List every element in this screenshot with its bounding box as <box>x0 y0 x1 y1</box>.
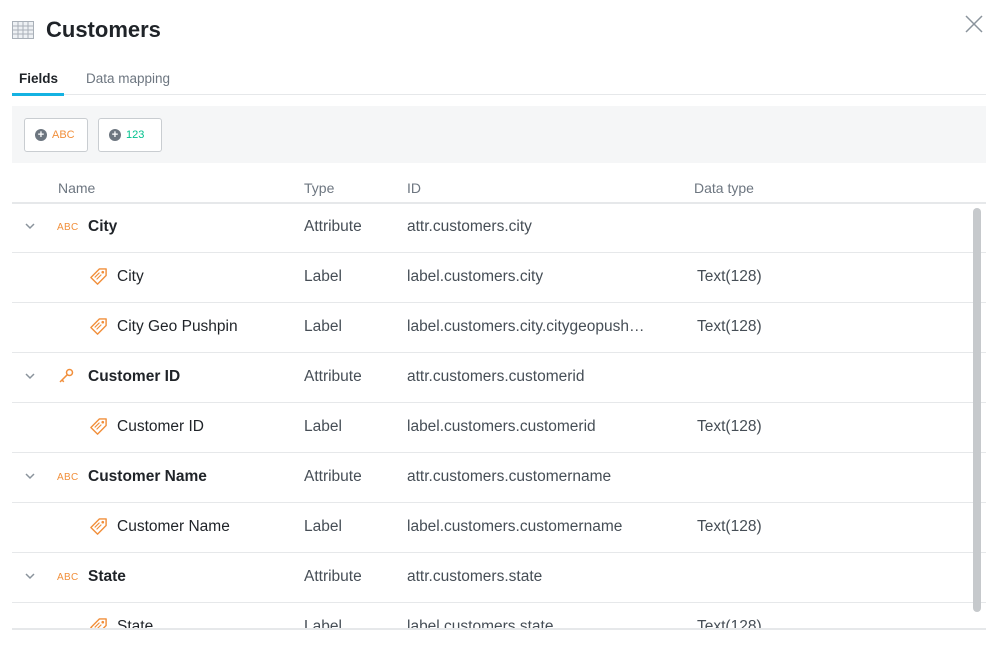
tag-icon <box>90 618 107 628</box>
table-row[interactable]: City Geo Pushpin Label label.customers.c… <box>12 303 986 353</box>
column-header-id[interactable]: ID <box>407 180 421 196</box>
add-fact-button[interactable]: + 123 <box>98 118 162 152</box>
tag-icon <box>90 268 107 285</box>
field-type: Label <box>304 618 342 628</box>
table-grid-icon <box>12 21 34 39</box>
field-type: Label <box>304 418 342 435</box>
field-name: Customer ID <box>117 418 204 435</box>
abc-icon: ABC <box>57 222 79 233</box>
fields-table: ABC City Attribute attr.customers.city C… <box>12 203 986 628</box>
add-fact-label: 123 <box>126 129 145 141</box>
field-name: Customer Name <box>88 468 207 485</box>
tag-icon <box>90 418 107 435</box>
field-type: Attribute <box>304 368 362 385</box>
chevron-down-icon[interactable] <box>25 572 35 580</box>
abc-icon: ABC <box>57 472 79 483</box>
tab-bar: Fields Data mapping <box>12 68 986 96</box>
table-row[interactable]: City Label label.customers.city Text(128… <box>12 253 986 303</box>
plus-circle-icon: + <box>35 129 47 141</box>
column-header-data-type[interactable]: Data type <box>694 180 754 196</box>
tag-icon <box>90 318 107 335</box>
tab-fields[interactable]: Fields <box>12 68 65 96</box>
field-data-type: Text(128) <box>697 318 762 335</box>
column-header-type[interactable]: Type <box>304 180 334 196</box>
abc-icon: ABC <box>57 572 79 583</box>
field-data-type: Text(128) <box>697 418 762 435</box>
table-row[interactable]: Customer ID Attribute attr.customers.cus… <box>12 353 986 403</box>
field-name: City <box>117 268 144 285</box>
field-id: label.customers.customerid <box>407 418 596 435</box>
field-type: Label <box>304 318 342 335</box>
table-row[interactable]: Customer ID Label label.customers.custom… <box>12 403 986 453</box>
chevron-down-icon[interactable] <box>25 472 35 480</box>
plus-circle-icon: + <box>109 129 121 141</box>
field-id: attr.customers.city <box>407 218 532 235</box>
table-row[interactable]: ABC Customer Name Attribute attr.custome… <box>12 453 986 503</box>
table-row[interactable]: ABC State Attribute attr.customers.state <box>12 553 986 603</box>
field-id: attr.customers.customerid <box>407 368 585 385</box>
field-data-type: Text(128) <box>697 518 762 535</box>
fields-toolbar: + ABC + 123 <box>12 106 986 163</box>
field-name: City Geo Pushpin <box>117 318 238 335</box>
field-name: City <box>88 218 118 235</box>
tab-data-mapping[interactable]: Data mapping <box>86 68 170 93</box>
key-icon <box>59 368 74 383</box>
vertical-scrollbar[interactable] <box>973 208 981 612</box>
field-id: label.customers.city.citygeopush… <box>407 318 645 335</box>
tag-icon <box>90 518 107 535</box>
column-header-name[interactable]: Name <box>58 180 95 196</box>
add-attribute-button[interactable]: + ABC <box>24 118 88 152</box>
field-id: attr.customers.state <box>407 568 543 585</box>
dialog-title: Customers <box>46 17 161 42</box>
field-type: Attribute <box>304 568 362 585</box>
field-name: Customer Name <box>117 518 230 535</box>
field-id: label.customers.city <box>407 268 544 285</box>
add-attribute-label: ABC <box>52 129 75 141</box>
field-name: State <box>88 568 126 585</box>
field-id: label.customers.state <box>407 618 554 628</box>
table-header: Name Type ID Data type <box>12 180 986 204</box>
chevron-down-icon[interactable] <box>25 222 35 230</box>
field-type: Attribute <box>304 468 362 485</box>
close-icon[interactable] <box>964 14 984 34</box>
field-type: Label <box>304 268 342 285</box>
field-data-type: Text(128) <box>697 268 762 285</box>
table-bottom-divider <box>12 628 986 630</box>
chevron-down-icon[interactable] <box>25 372 35 380</box>
field-type: Attribute <box>304 218 362 235</box>
field-type: Label <box>304 518 342 535</box>
dialog-header: Customers <box>12 14 161 46</box>
field-name: Customer ID <box>88 368 181 385</box>
field-id: attr.customers.customername <box>407 468 612 485</box>
field-data-type: Text(128) <box>697 618 762 628</box>
table-row[interactable]: State Label label.customers.state Text(1… <box>12 603 986 628</box>
field-name: State <box>117 618 154 628</box>
table-row[interactable]: ABC City Attribute attr.customers.city <box>12 203 986 253</box>
table-row[interactable]: Customer Name Label label.customers.cust… <box>12 503 986 553</box>
field-id: label.customers.customername <box>407 518 623 535</box>
